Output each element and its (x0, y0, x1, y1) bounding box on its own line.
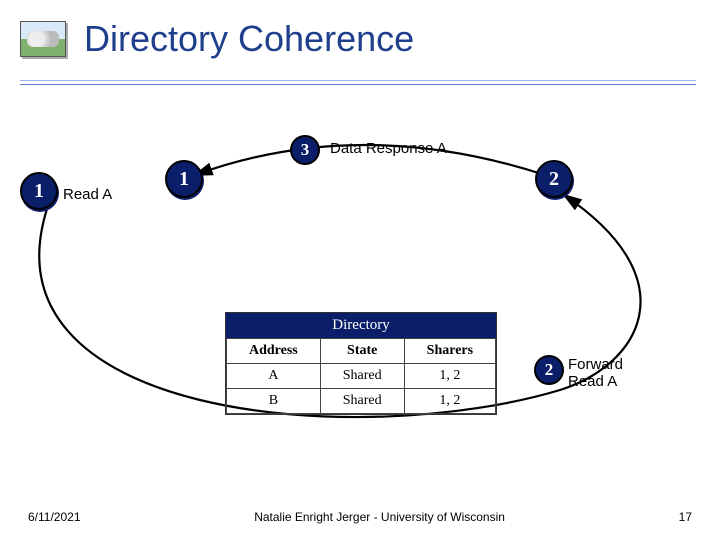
footer-date: 6/11/2021 (28, 510, 81, 524)
node-1-center: 1 (165, 160, 203, 198)
label-read-a: Read A (63, 186, 112, 203)
slide-number: 17 (679, 510, 692, 524)
slide-title: Directory Coherence (84, 18, 414, 60)
table-row: B Shared 1, 2 (227, 389, 496, 414)
directory-title: Directory (226, 313, 496, 338)
step-3: 3 (290, 135, 320, 165)
title-underline (20, 80, 696, 81)
step-2: 2 (534, 355, 564, 385)
header: Directory Coherence (0, 0, 720, 66)
diagram-stage: 1 Read A 1 3 Data Response A 2 Directory… (0, 90, 720, 420)
footer-author: Natalie Enright Jerger - University of W… (254, 510, 505, 524)
node-2-right: 2 (535, 160, 573, 198)
col-sharers: Sharers (404, 339, 495, 364)
footer: 6/11/2021 Natalie Enright Jerger - Unive… (0, 510, 720, 524)
node-1-left: 1 (20, 172, 58, 210)
table-row: A Shared 1, 2 (227, 364, 496, 389)
col-state: State (320, 339, 404, 364)
label-forward-read: Forward Read A (568, 356, 623, 390)
col-address: Address (227, 339, 321, 364)
logo-icon (20, 21, 66, 57)
title-underline (20, 84, 696, 85)
directory-table: Directory Address State Sharers A Shared… (225, 312, 497, 415)
label-data-response: Data Response A (330, 140, 447, 157)
